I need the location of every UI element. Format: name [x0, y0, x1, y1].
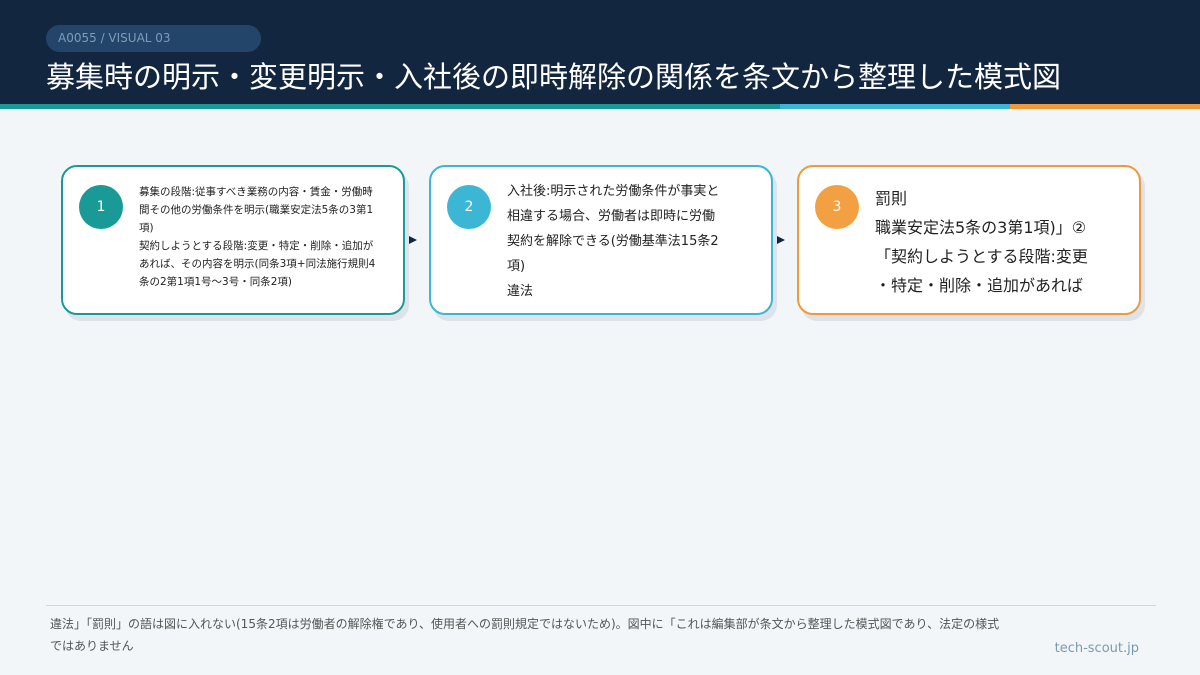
accent-stripe-teal — [0, 104, 780, 109]
step-text-line: 違法 — [507, 284, 534, 299]
accent-stripe-orange — [1010, 104, 1200, 109]
arrow-right-icon — [408, 235, 418, 245]
step-text-line: 募集の段階:従事すべき業務の内容・賃金・労働時 — [139, 186, 373, 198]
step-number-badge: 2 — [447, 185, 491, 229]
step-text-line: 罰則 — [875, 189, 908, 208]
visual-id-tag: A0055 / VISUAL 03 — [46, 25, 261, 52]
step-text: 入社後:明示された労働条件が事実と 相違する場合、労働者は即時に労働 契約を解除… — [507, 179, 759, 304]
step-text-line: 項) — [507, 259, 526, 274]
step-text-line: ・特定・削除・追加があれば — [875, 276, 1084, 295]
step-text-line: 「契約しようとする段階:変更 — [875, 247, 1088, 266]
step-text-line: 入社後:明示された労働条件が事実と — [507, 184, 720, 199]
step-text-line: 相違する場合、労働者は即時に労働 — [507, 209, 716, 224]
footer-divider — [46, 605, 1156, 606]
step-text-line: 契約しようとする段階:変更・特定・削除・追加が — [139, 240, 374, 252]
step-number-badge: 3 — [815, 185, 859, 229]
step-text-line: 職業安定法5条の3第1項)」② — [875, 218, 1087, 237]
page-title: 募集時の明示・変更明示・入社後の即時解除の関係を条文から整理した模式図 — [46, 60, 1062, 94]
step-text-line: 条の2第1項1号〜3号・同条2項) — [139, 276, 292, 288]
step-card-1: 1 募集の段階:従事すべき業務の内容・賃金・労働時 間その他の労働条件を明示(職… — [61, 165, 405, 315]
step-number-badge: 1 — [79, 185, 123, 229]
step-card-2: 2 入社後:明示された労働条件が事実と 相違する場合、労働者は即時に労働 契約を… — [429, 165, 773, 315]
step-text-line: 間その他の労働条件を明示(職業安定法5条の3第1 — [139, 204, 374, 216]
arrow-right-icon — [776, 235, 786, 245]
step-text: 募集の段階:従事すべき業務の内容・賃金・労働時 間その他の労働条件を明示(職業安… — [139, 183, 391, 291]
step-text-line: 項) — [139, 222, 154, 234]
site-credit: tech-scout.jp — [1054, 641, 1139, 656]
header-bar: A0055 / VISUAL 03 募集時の明示・変更明示・入社後の即時解除の関… — [0, 0, 1200, 104]
step-text-line: 契約を解除できる(労働基準法15条2 — [507, 234, 719, 249]
step-card-3: 3 罰則 職業安定法5条の3第1項)」② 「契約しようとする段階:変更 ・特定・… — [797, 165, 1141, 315]
footer-note: 違法」「罰則」の語は図に入れない(15条2項は労働者の解除権であり、使用者への罰… — [50, 617, 1000, 653]
step-text: 罰則 職業安定法5条の3第1項)」② 「契約しようとする段階:変更 ・特定・削除… — [875, 184, 1127, 300]
step-text-line: あれば、その内容を明示(同条3項+同法施行規則4 — [139, 258, 376, 270]
accent-stripe-blue — [780, 104, 1010, 109]
